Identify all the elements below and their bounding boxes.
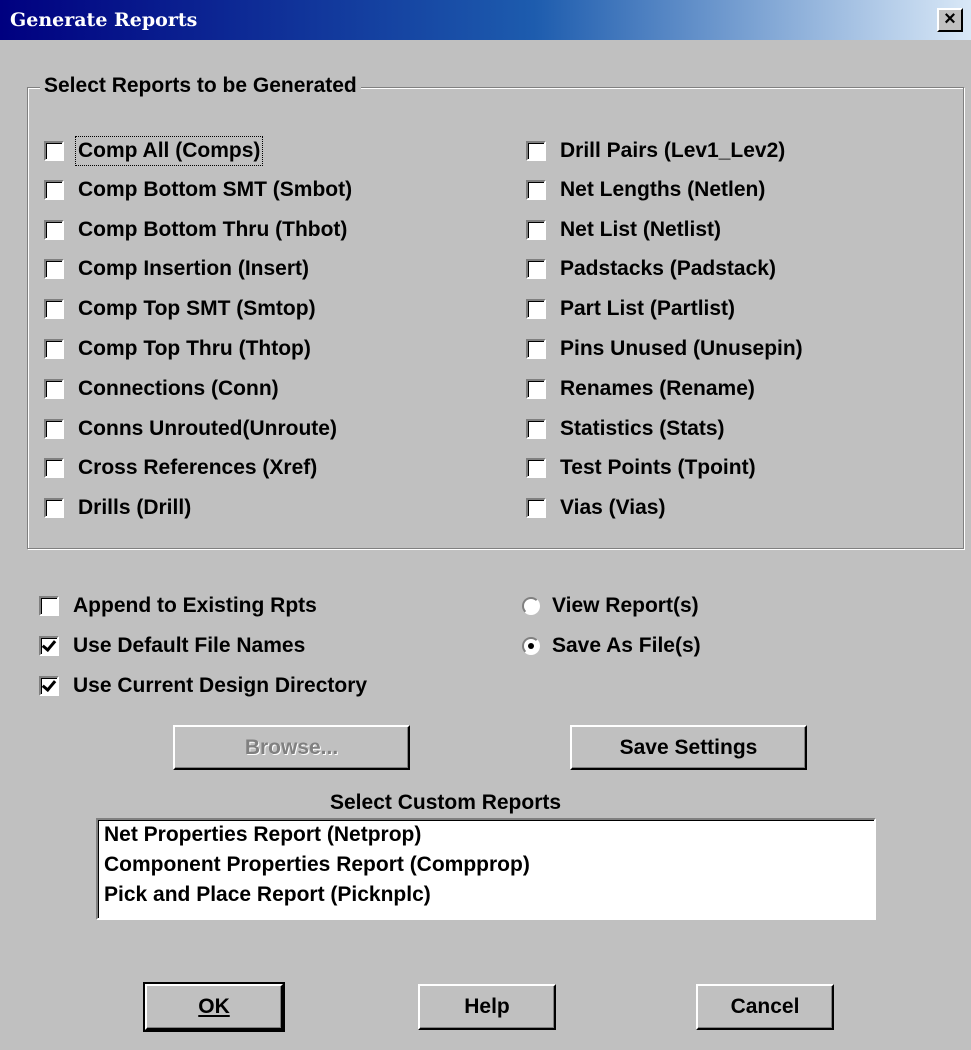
checkbox-comp-bottom-thru[interactable]: Comp Bottom Thru (Thbot) [44, 218, 347, 242]
checkbox-comp-top-smt[interactable]: Comp Top SMT (Smtop) [44, 297, 316, 321]
list-item[interactable]: Pick and Place Report (Picknplc) [104, 883, 431, 907]
checkbox-box[interactable] [526, 220, 546, 240]
window-title: Generate Reports [10, 9, 198, 31]
checkbox-box-checked[interactable] [39, 676, 59, 696]
checkbox-cross-references[interactable]: Cross References (Xref) [44, 456, 317, 480]
close-button[interactable]: × [937, 8, 963, 32]
checkbox-append-existing[interactable]: Append to Existing Rpts [39, 594, 317, 618]
checkbox-comp-top-thru[interactable]: Comp Top Thru (Thtop) [44, 337, 311, 361]
checkbox-label: Net Lengths (Netlen) [560, 178, 766, 201]
checkbox-connections[interactable]: Connections (Conn) [44, 377, 279, 401]
checkbox-box[interactable] [44, 379, 64, 399]
checkbox-comp-bottom-smt[interactable]: Comp Bottom SMT (Smbot) [44, 178, 352, 202]
custom-reports-title: Select Custom Reports [330, 791, 562, 814]
checkbox-vias[interactable]: Vias (Vias) [526, 496, 665, 520]
checkbox-label: Conns Unrouted(Unroute) [78, 417, 337, 440]
checkbox-label: Use Default File Names [73, 634, 306, 657]
checkbox-label: Comp Bottom Thru (Thbot) [78, 218, 348, 241]
checkbox-net-lengths[interactable]: Net Lengths (Netlen) [526, 178, 765, 202]
checkbox-label: Connections (Conn) [78, 377, 279, 400]
checkbox-box[interactable] [44, 498, 64, 518]
checkbox-box[interactable] [526, 299, 546, 319]
checkbox-drills[interactable]: Drills (Drill) [44, 496, 191, 520]
checkbox-label: Drills (Drill) [78, 496, 192, 519]
checkbox-label: Renames (Rename) [560, 377, 755, 400]
checkbox-box[interactable] [526, 141, 546, 161]
radio-label: Save As File(s) [552, 634, 701, 657]
reports-group-legend: Select Reports to be Generated [40, 74, 361, 98]
checkbox-box[interactable] [44, 339, 64, 359]
checkbox-box[interactable] [526, 259, 546, 279]
checkbox-label: Comp Bottom SMT (Smbot) [78, 178, 353, 201]
checkbox-box[interactable] [44, 259, 64, 279]
checkbox-box[interactable] [44, 220, 64, 240]
checkbox-box[interactable] [526, 379, 546, 399]
checkbox-label: Part List (Partlist) [560, 297, 736, 320]
checkbox-part-list[interactable]: Part List (Partlist) [526, 297, 735, 321]
list-item[interactable]: Net Properties Report (Netprop) [104, 823, 421, 847]
checkbox-conns-unrouted[interactable]: Conns Unrouted(Unroute) [44, 417, 337, 441]
checkbox-box[interactable] [526, 458, 546, 478]
checkbox-test-points[interactable]: Test Points (Tpoint) [526, 456, 756, 480]
checkbox-box[interactable] [526, 419, 546, 439]
checkbox-label: Padstacks (Padstack) [560, 257, 776, 280]
checkbox-default-file-names[interactable]: Use Default File Names [39, 634, 305, 658]
checkbox-renames[interactable]: Renames (Rename) [526, 377, 755, 401]
radio-circle-selected[interactable] [522, 637, 540, 655]
list-item[interactable]: Component Properties Report (Compprop) [104, 853, 530, 877]
checkbox-box[interactable] [44, 458, 64, 478]
checkbox-box[interactable] [44, 141, 64, 161]
checkbox-box[interactable] [39, 596, 59, 616]
checkbox-label: Comp Top Thru (Thtop) [78, 337, 311, 360]
checkbox-label: Comp Insertion (Insert) [78, 257, 310, 280]
checkbox-box[interactable] [44, 299, 64, 319]
ok-button[interactable]: OK [143, 982, 285, 1032]
cancel-button[interactable]: Cancel [696, 984, 834, 1030]
checkbox-box[interactable] [44, 419, 64, 439]
checkbox-label: Append to Existing Rpts [73, 594, 317, 617]
cancel-label: Cancel [730, 995, 800, 1018]
radio-circle[interactable] [522, 597, 540, 615]
generate-reports-dialog: Generate Reports × Select Reports to be … [0, 0, 971, 1050]
checkbox-label: Drill Pairs (Lev1_Lev2) [560, 139, 786, 162]
checkbox-label: Vias (Vias) [560, 496, 666, 519]
checkbox-label: Use Current Design Directory [73, 674, 368, 697]
checkbox-comp-all[interactable]: Comp All (Comps) [44, 136, 264, 166]
checkbox-box[interactable] [44, 180, 64, 200]
browse-button[interactable]: Browse... [173, 725, 410, 770]
title-bar: Generate Reports × [0, 0, 971, 40]
checkbox-label: Statistics (Stats) [560, 417, 725, 440]
checkbox-net-list[interactable]: Net List (Netlist) [526, 218, 721, 242]
checkbox-label: Net List (Netlist) [560, 218, 722, 241]
checkbox-comp-insertion[interactable]: Comp Insertion (Insert) [44, 257, 309, 281]
checkbox-padstacks[interactable]: Padstacks (Padstack) [526, 257, 776, 281]
checkbox-label: Comp Top SMT (Smtop) [78, 297, 316, 320]
checkbox-box[interactable] [526, 339, 546, 359]
checkbox-box-checked[interactable] [39, 636, 59, 656]
checkbox-statistics[interactable]: Statistics (Stats) [526, 417, 725, 441]
ok-label: OK [198, 995, 230, 1018]
checkbox-label: Cross References (Xref) [78, 456, 318, 479]
checkbox-drill-pairs[interactable]: Drill Pairs (Lev1_Lev2) [526, 139, 785, 163]
custom-reports-list[interactable]: Net Properties Report (Netprop) Componen… [96, 818, 876, 920]
checkbox-label: Comp All (Comps) [74, 136, 264, 166]
checkbox-box[interactable] [526, 498, 546, 518]
save-settings-button[interactable]: Save Settings [570, 725, 807, 770]
checkbox-label: Test Points (Tpoint) [560, 456, 756, 479]
checkbox-current-design-directory[interactable]: Use Current Design Directory [39, 674, 367, 698]
radio-view-reports[interactable]: View Report(s) [522, 594, 699, 618]
help-button[interactable]: Help [418, 984, 556, 1030]
help-label: Help [464, 995, 510, 1018]
checkbox-box[interactable] [526, 180, 546, 200]
radio-save-as-files[interactable]: Save As File(s) [522, 634, 701, 658]
checkbox-pins-unused[interactable]: Pins Unused (Unusepin) [526, 337, 803, 361]
checkbox-label: Pins Unused (Unusepin) [560, 337, 803, 360]
radio-label: View Report(s) [552, 594, 699, 617]
